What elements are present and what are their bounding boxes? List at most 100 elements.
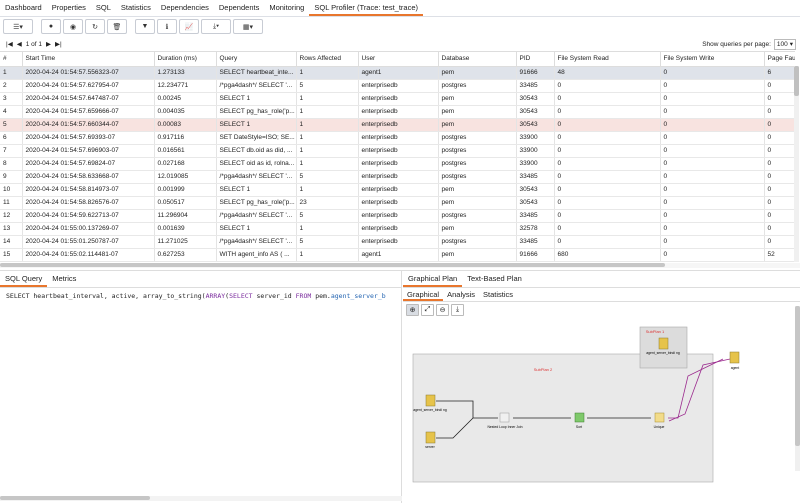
table-row[interactable]: 10 2020-04-24 01:54:58.814973-07 0.001999 S… [0,183,795,197]
scroll-thumb[interactable] [0,496,150,500]
table-cell: SELECT pg_has_role('p... [216,105,297,119]
plan-node-label: Unique [654,425,665,429]
info-button[interactable]: ℹ [157,19,177,34]
columns-icon: ☰▾ [13,23,23,31]
column-header[interactable]: # [0,52,23,67]
table-row[interactable]: 11 2020-04-24 01:54:58.826576-07 0.050517 S… [0,196,795,210]
prev-page-icon[interactable]: ◀ [17,40,22,48]
table-row[interactable]: 14 2020-04-24 01:55:01.250787-07 11.271025… [0,235,795,249]
tab-sql-profiler[interactable]: SQL Profiler (Trace: test_trace) [309,0,424,16]
table-row[interactable]: 4 2020-04-24 01:54:57.659666-07 0.004035 SE… [0,105,795,119]
table-row[interactable]: 12 2020-04-24 01:54:59.622713-07 11.296904… [0,209,795,223]
tab-dependents[interactable]: Dependents [214,0,264,16]
sql-horizontal-scrollbar[interactable] [0,496,402,501]
zoom-fit-button[interactable]: ⤢ [421,304,434,316]
scroll-thumb[interactable] [794,66,799,96]
table-scan-icon [658,337,669,350]
table-cell: 1 [0,66,23,80]
table-cell: 0 [554,144,661,158]
table-cell: pem [438,66,517,80]
column-header[interactable]: Rows Affected [296,52,359,67]
plan-node-server[interactable]: server [425,431,436,449]
column-header[interactable]: Database [438,52,517,67]
column-header[interactable]: Page Faults [764,52,795,67]
table-row[interactable]: 9 2020-04-24 01:54:58.633668-07 12.019085/… [0,170,795,184]
table-row[interactable]: 8 2020-04-24 01:54:57.69824-07 0.027168 SEL… [0,157,795,171]
table-cell: 0 [554,131,661,145]
delete-button[interactable]: 🗑 [107,19,127,34]
plan-panel: Graphical Plan Text-Based Plan Graphical… [403,271,800,503]
grid-vertical-scrollbar[interactable] [794,66,799,262]
table-cell: 0 [660,144,765,158]
column-header[interactable]: User [358,52,439,67]
column-header[interactable]: Start Time [22,52,155,67]
chart-button[interactable]: 📈 [179,19,199,34]
column-header[interactable]: Duration (ms) [154,52,217,67]
table-row[interactable]: 15 2020-04-24 01:55:02.114481-07 0.627253 W… [0,248,795,262]
sql-keyword: SELECT [229,292,253,300]
table-cell: enterprisedb [358,105,439,119]
download-icon: ⤓▾ [212,22,220,30]
tab-dependencies[interactable]: Dependencies [156,0,214,16]
table-cell: pem [438,183,517,197]
first-page-icon[interactable]: |◀ [6,40,13,48]
plan-vertical-scrollbar[interactable] [795,306,800,471]
table-row[interactable]: 2 2020-04-24 01:54:57.627954-07 12.234771/… [0,79,795,93]
download-plan-button[interactable]: ⤓ [451,304,464,316]
tab-analysis[interactable]: Analysis [443,288,479,301]
table-row[interactable]: 13 2020-04-24 01:55:00.137269-07 0.001639 S… [0,222,795,236]
tab-text-based-plan[interactable]: Text-Based Plan [462,271,527,287]
table-cell: 91666 [516,66,555,80]
next-page-icon[interactable]: ▶ [46,40,51,48]
table-row[interactable]: 5 2020-04-24 01:54:57.660344-07 0.00083 SEL… [0,118,795,132]
zoom-in-button[interactable]: ⊕ [406,304,419,316]
column-header[interactable]: PID [516,52,555,67]
filter-button[interactable]: ▼ [135,19,155,34]
plan-node-label: Sort [576,425,582,429]
scroll-thumb[interactable] [795,306,800,446]
table-cell: 2020-04-24 01:54:57.696903-07 [22,144,155,158]
per-page-select[interactable]: 100 ▾ [773,38,796,50]
tab-sql-query[interactable]: SQL Query [0,271,48,287]
scroll-thumb[interactable] [0,263,665,267]
tab-metrics[interactable]: Metrics [47,271,81,287]
tab-properties[interactable]: Properties [47,0,91,16]
table-row[interactable]: 3 2020-04-24 01:54:57.647487-07 0.00245 SEL… [0,92,795,106]
stop-trace-button[interactable]: ◉ [63,19,83,34]
table-cell: 5 [296,209,359,223]
plan-node-unique[interactable]: Unique [654,412,665,429]
plan-node-agent[interactable]: agent [729,351,739,370]
sql-keyword: FROM [295,292,312,300]
table-cell: 0.001639 [154,222,217,236]
table-cell: 91666 [516,248,555,262]
tab-statistics[interactable]: Statistics [116,0,156,16]
table-cell: enterprisedb [358,235,439,249]
tab-graphical-plan[interactable]: Graphical Plan [403,271,463,287]
grid-horizontal-scrollbar[interactable] [0,263,800,268]
zoom-out-button[interactable]: ⊖ [436,304,449,316]
refresh-button[interactable]: ↻ [85,19,105,34]
table-row[interactable]: 6 2020-04-24 01:54:57.69393-07 0.917116 SET… [0,131,795,145]
table-cell: 0.004035 [154,105,217,119]
table-cell: 5 [296,235,359,249]
download-menu-button[interactable]: ⤓▾ [201,19,231,34]
tab-statistics-plan[interactable]: Statistics [479,288,517,301]
table-cell: 1 [296,105,359,119]
column-header[interactable]: File System Read [554,52,661,67]
tab-graphical[interactable]: Graphical [403,288,444,301]
column-header[interactable]: File System Write [660,52,765,67]
plan-toolbar: ⊕ ⤢ ⊖ ⤓ [403,302,800,318]
tab-monitoring[interactable]: Monitoring [264,0,309,16]
grid-menu-button[interactable]: ▦▾ [233,19,263,34]
table-cell: SELECT 1 [216,222,297,236]
start-trace-button[interactable]: ● [41,19,61,34]
info-icon: ℹ [165,23,169,31]
table-cell: 0 [764,222,795,236]
tab-sql[interactable]: SQL [91,0,116,16]
tab-dashboard[interactable]: Dashboard [0,0,47,16]
column-header[interactable]: Query [216,52,297,67]
columns-menu-button[interactable]: ☰▾ [3,19,33,34]
last-page-icon[interactable]: ▶| [55,40,62,48]
table-row[interactable]: 7 2020-04-24 01:54:57.696903-07 0.016561 SE… [0,144,795,158]
table-row[interactable]: 1 2020-04-24 01:54:57.556323-07 1.273133 SE… [0,66,795,80]
